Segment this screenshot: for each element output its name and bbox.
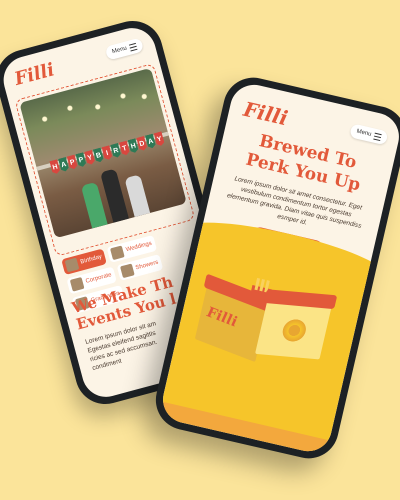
- menu-label: Menu: [111, 45, 128, 56]
- phone-right: Filli Menu Brewed To Perk You Up Lorem i…: [149, 71, 400, 465]
- menu-button[interactable]: Menu: [104, 37, 145, 61]
- chip-label: Showers: [134, 259, 160, 272]
- phone-screen-right: Filli Menu Brewed To Perk You Up Lorem i…: [158, 80, 400, 456]
- mockup-stage: Filli Menu H A P P Y B I R T H D A Y Bir…: [0, 0, 400, 500]
- takeout-box-right: [255, 289, 338, 360]
- chip-thumbnail: [119, 263, 135, 279]
- menu-button[interactable]: Menu: [349, 123, 389, 146]
- chip-thumbnail: [110, 245, 125, 261]
- chip-thumbnail: [64, 257, 80, 273]
- hamburger-icon: [373, 132, 382, 141]
- brand-logo[interactable]: Filli: [12, 59, 56, 90]
- chip-label: Corporate: [85, 272, 113, 285]
- menu-label: Menu: [355, 128, 372, 138]
- chip-label: Weddings: [125, 240, 153, 254]
- chip-label: Birthday: [79, 254, 103, 266]
- brand-logo[interactable]: Filli: [241, 97, 290, 130]
- birthday-photo: H A P P Y B I R T H D A Y: [19, 67, 187, 239]
- chip-thumbnail: [69, 276, 85, 292]
- box-logo: Filli: [205, 304, 239, 331]
- hamburger-icon: [128, 42, 138, 51]
- child-figure: [124, 174, 151, 218]
- flower-pattern: [278, 316, 311, 345]
